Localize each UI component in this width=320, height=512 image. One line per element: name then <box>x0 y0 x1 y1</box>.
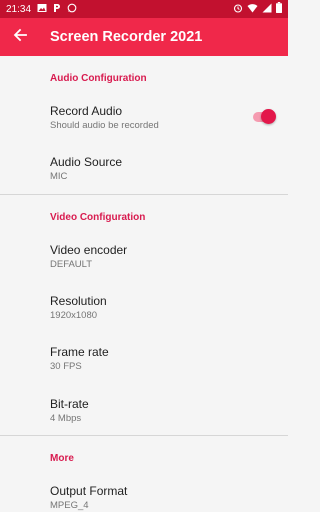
battery-icon <box>276 2 282 16</box>
audio-config-header: Audio Configuration <box>50 73 147 84</box>
more-header: More <box>50 453 74 464</box>
bit-rate-title: Bit-rate <box>50 397 89 411</box>
app-bar: Screen Recorder 2021 <box>0 18 288 56</box>
back-arrow-icon <box>13 28 27 47</box>
gallery-icon <box>37 3 47 16</box>
resolution-value: 1920x1080 <box>50 310 98 321</box>
video-encoder-value: DEFAULT <box>50 259 93 270</box>
output-format-title: Output Format <box>50 484 128 498</box>
frame-rate-title: Frame rate <box>50 345 109 359</box>
status-bar: 21:34 <box>0 0 288 18</box>
resolution-title: Resolution <box>50 294 107 308</box>
record-audio-summary: Should audio be recorded <box>50 120 159 131</box>
settings-list: Audio Configuration Record Audio Should … <box>0 56 288 512</box>
whatsapp-icon <box>67 3 77 16</box>
wifi-icon <box>247 3 258 16</box>
section-divider <box>0 194 288 195</box>
video-encoder-title: Video encoder <box>50 243 128 257</box>
audio-source-title: Audio Source <box>50 155 123 169</box>
record-audio-switch[interactable] <box>253 107 276 127</box>
p-icon <box>52 3 62 16</box>
frame-rate-value: 30 FPS <box>50 361 82 372</box>
output-format-value: MPEG_4 <box>50 500 89 511</box>
signal-icon <box>262 3 272 16</box>
bit-rate-value: 4 Mbps <box>50 413 82 424</box>
app-title: Screen Recorder 2021 <box>50 29 203 45</box>
video-config-header: Video Configuration <box>50 212 146 223</box>
section-divider <box>0 435 288 436</box>
record-audio-title: Record Audio <box>50 104 123 118</box>
switch-thumb <box>261 109 276 124</box>
alarm-icon <box>233 3 243 16</box>
status-time: 21:34 <box>6 3 32 15</box>
audio-source-value: MIC <box>50 171 68 182</box>
back-button[interactable] <box>0 18 40 56</box>
